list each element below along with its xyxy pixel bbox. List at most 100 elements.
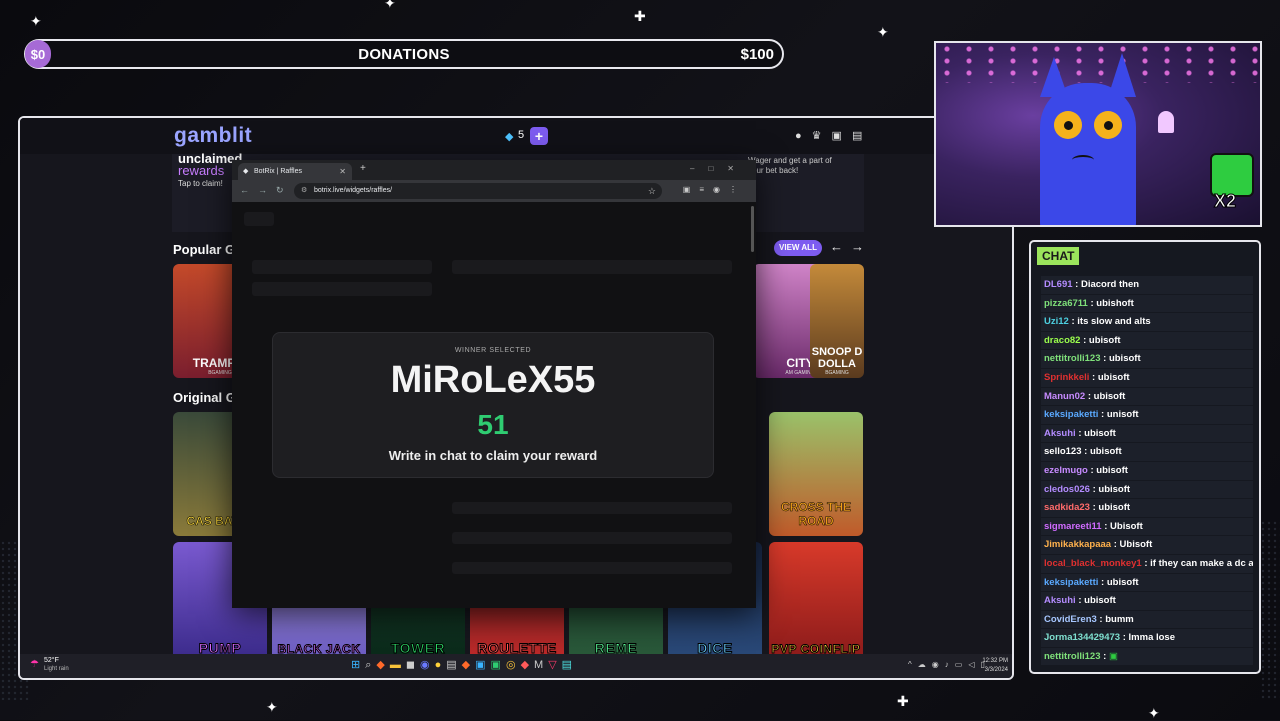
scrollbar[interactable] bbox=[751, 206, 754, 252]
chat-message: sello123 : ubisoft bbox=[1041, 443, 1253, 461]
browser-tab-title: BotRix | Raffles bbox=[254, 168, 302, 175]
menu-icon[interactable]: ⋮ bbox=[729, 185, 746, 194]
arrow-left-icon[interactable]: ← bbox=[830, 239, 851, 254]
chat-username[interactable]: Uzi12 bbox=[1044, 316, 1069, 327]
chat-username[interactable]: nettitrolli123 bbox=[1044, 353, 1101, 364]
trophy-icon[interactable]: ♛ bbox=[812, 130, 832, 142]
chat-username[interactable]: cledos026 bbox=[1044, 484, 1090, 495]
chat-text: bumm bbox=[1105, 613, 1134, 625]
chat-username[interactable]: Sprinkkeli bbox=[1044, 372, 1089, 383]
app-icon[interactable]: ◼ bbox=[406, 659, 420, 671]
game-card[interactable]: SNOOP D DOLLA BGAMING bbox=[810, 264, 864, 378]
chat-username[interactable]: Aksuhi bbox=[1044, 595, 1076, 606]
chat-message: sadkida23 : ubisoft bbox=[1041, 499, 1253, 517]
chat-username[interactable]: Jorma134429473 bbox=[1044, 632, 1120, 643]
chat-username[interactable]: CovidEren3 bbox=[1044, 614, 1097, 625]
weather-temp[interactable]: 52°F bbox=[44, 657, 59, 664]
chat-separator: : bbox=[1081, 446, 1090, 458]
chat-message: keksipaketti : ubisoft bbox=[1041, 573, 1253, 592]
brave-icon[interactable]: ◆ bbox=[376, 659, 389, 671]
discord-icon[interactable]: ◉ bbox=[420, 659, 435, 671]
mic-icon[interactable]: ♪ bbox=[945, 660, 955, 669]
volume-icon[interactable]: ◁ bbox=[968, 660, 980, 669]
chat-username[interactable]: sadkida23 bbox=[1044, 502, 1090, 513]
chat-username[interactable]: Manun02 bbox=[1044, 391, 1085, 402]
tray-chevron-icon[interactable]: ^ bbox=[908, 660, 918, 669]
app-icon[interactable]: ▤ bbox=[446, 659, 461, 671]
address-bar[interactable]: ⚙ botrix.live/widgets/raffles/ ☆ bbox=[294, 183, 662, 199]
media-icon[interactable]: ≡ bbox=[699, 185, 713, 194]
chat-icon[interactable]: ▤ bbox=[852, 130, 872, 142]
close-window-icon[interactable]: ✕ bbox=[727, 164, 748, 173]
app-icon[interactable]: ▤ bbox=[562, 659, 577, 671]
chat-message: ezelmugo : ubisoft bbox=[1041, 461, 1253, 480]
tray-app-icon[interactable]: ☁ bbox=[918, 660, 932, 669]
winner-label: WINNER SELECTED bbox=[454, 347, 532, 354]
site-logo[interactable]: gamblit bbox=[174, 124, 252, 148]
chat-username[interactable]: keksipaketti bbox=[1044, 409, 1098, 420]
sparkle-icon: ✚ bbox=[897, 693, 909, 709]
chat-message: Aksuhi : ubisoft bbox=[1041, 424, 1253, 443]
app-icon[interactable]: M bbox=[534, 659, 548, 671]
multiplier-text: X2 bbox=[1213, 191, 1237, 212]
gift-icon[interactable]: ▣ bbox=[832, 130, 852, 142]
chat-username[interactable]: Aksuhi bbox=[1044, 428, 1076, 439]
address-url: botrix.live/widgets/raffles/ bbox=[314, 187, 393, 194]
folder-icon[interactable]: ▬ bbox=[390, 659, 406, 671]
chat-text: ubisoft bbox=[1089, 446, 1122, 458]
browser-tools: ▣≡◉⋮ bbox=[683, 185, 746, 194]
game-card[interactable]: CROSS THE ROAD bbox=[769, 412, 863, 536]
chrome-icon[interactable]: ◎ bbox=[506, 659, 521, 671]
sparkle-icon: ✦ bbox=[266, 699, 278, 715]
forward-icon[interactable]: → bbox=[258, 185, 276, 195]
tray-app-icon[interactable]: ◉ bbox=[932, 660, 945, 669]
app-icon[interactable]: ◆ bbox=[462, 659, 475, 671]
search-icon[interactable]: ⌕ bbox=[365, 659, 376, 671]
close-tab-icon[interactable]: ✕ bbox=[339, 163, 346, 180]
browser-tab[interactable]: ◆ BotRix | Raffles ✕ bbox=[238, 163, 352, 180]
view-all-button[interactable]: VIEW ALL bbox=[774, 240, 822, 256]
app-icon[interactable]: ▣ bbox=[491, 659, 506, 671]
chat-username[interactable]: sello123 bbox=[1044, 446, 1082, 457]
chat-username[interactable]: nettitrolli123 bbox=[1044, 651, 1101, 662]
bookmark-star-icon[interactable]: ☆ bbox=[648, 183, 656, 199]
chat-separator: : bbox=[1085, 390, 1094, 402]
chat-text: its slow and alts bbox=[1077, 316, 1151, 328]
chat-username[interactable]: local_black_monkey1 bbox=[1044, 558, 1142, 569]
promo-claim[interactable]: Tap to claim! bbox=[178, 179, 223, 188]
app-icon[interactable]: ▣ bbox=[475, 659, 490, 671]
chat-username[interactable]: keksipaketti bbox=[1044, 577, 1098, 588]
game-card[interactable]: PVP COINFLIP bbox=[769, 542, 863, 660]
webcam-panel: X2 bbox=[934, 41, 1262, 227]
user-icon[interactable]: ● bbox=[795, 130, 812, 142]
chat-username[interactable]: pizza6711 bbox=[1044, 298, 1088, 309]
app-icon[interactable]: ▽ bbox=[548, 659, 561, 671]
chat-message: Jimikakkapaaa : Ubisoft bbox=[1041, 536, 1253, 554]
chat-message: nettitrolli123 : ▣ bbox=[1041, 647, 1253, 666]
maximize-icon[interactable]: □ bbox=[708, 164, 727, 173]
chat-message: Sprinkkeli : ubisoft bbox=[1041, 368, 1253, 387]
network-icon[interactable]: ▭ bbox=[955, 660, 969, 669]
faint-logo bbox=[244, 212, 274, 226]
new-tab-icon[interactable]: + bbox=[360, 163, 366, 174]
chat-message: Aksuhi : ubisoft bbox=[1041, 592, 1253, 610]
emote-icon: ▣ bbox=[1108, 650, 1118, 662]
app-icon[interactable]: ● bbox=[435, 659, 447, 671]
minimize-icon[interactable]: – bbox=[690, 164, 708, 173]
chat-text: ubisoft bbox=[1088, 334, 1121, 346]
app-icon[interactable]: ◆ bbox=[521, 659, 534, 671]
back-icon[interactable]: ← bbox=[240, 185, 258, 195]
arrow-right-icon[interactable]: → bbox=[851, 239, 872, 254]
chat-username[interactable]: Jimikakkapaaa bbox=[1044, 539, 1111, 550]
system-clock[interactable]: 12:32 PM 3/3/2024 bbox=[982, 657, 1008, 675]
chat-username[interactable]: ezelmugo bbox=[1044, 465, 1088, 476]
chat-username[interactable]: DL691 bbox=[1044, 279, 1073, 290]
site-info-icon[interactable]: ⚙ bbox=[301, 183, 307, 199]
deposit-button[interactable]: + bbox=[530, 127, 548, 145]
chat-username[interactable]: sigmareeti11 bbox=[1044, 521, 1102, 532]
profile-icon[interactable]: ◉ bbox=[713, 185, 729, 194]
chat-username[interactable]: draco82 bbox=[1044, 335, 1080, 346]
reload-icon[interactable]: ↻ bbox=[276, 185, 293, 195]
extensions-icon[interactable]: ▣ bbox=[683, 185, 700, 194]
start-icon[interactable]: ⊞ bbox=[351, 659, 365, 671]
